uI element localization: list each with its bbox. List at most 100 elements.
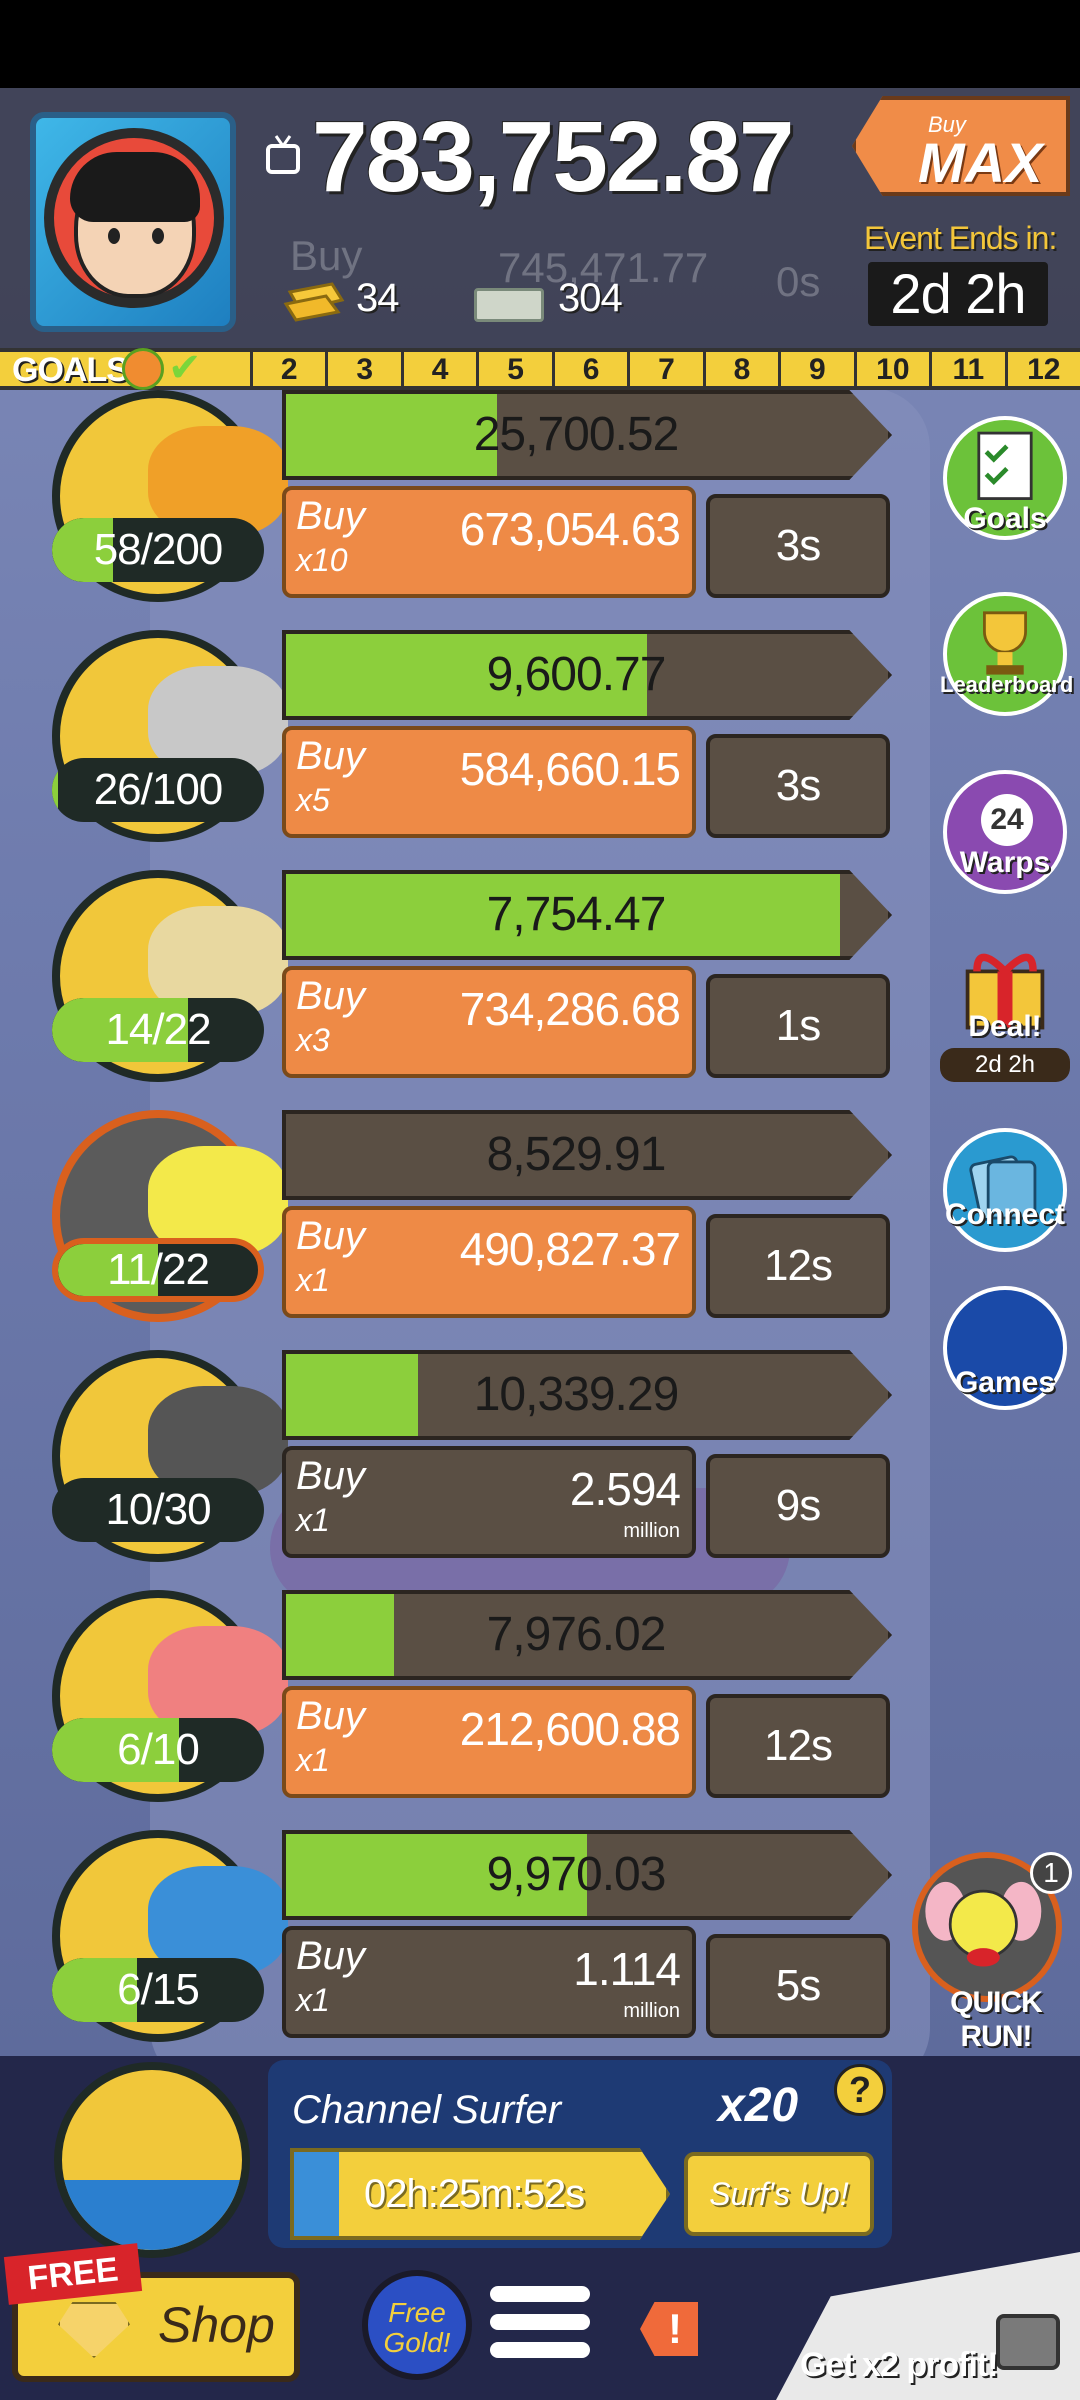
quick-run-label: QUICK RUN! <box>950 1986 1043 2053</box>
buy-button[interactable]: Buy x1 490,827.37 <box>282 1206 696 1318</box>
help-button[interactable]: ? <box>834 2064 886 2116</box>
buy-multiplier: x1 <box>296 1502 330 1538</box>
business-owned-count: 14/22 <box>52 998 264 1062</box>
owned-count-text: 58/200 <box>93 525 224 574</box>
owned-count-text: 6/10 <box>117 1725 200 1774</box>
games-label: Games <box>954 1366 1056 1399</box>
connect-button[interactable]: Connect <box>940 1128 1070 1252</box>
buy-label: Buy <box>296 1694 365 1738</box>
cash-total: 783,752.87 <box>312 101 794 213</box>
buy-button[interactable]: Buy x10 673,054.63 <box>282 486 696 598</box>
eye-shape <box>108 228 120 244</box>
warps-count: 24 <box>981 794 1033 846</box>
business-row[interactable]: 14/22 7,754.47 Buy x3 734,286.68 1s <box>0 870 1080 1110</box>
goal-tick: 5 <box>476 352 551 388</box>
buy-price: 734,286.68 <box>459 983 681 1035</box>
business-row[interactable]: 26/100 9,600.77 Buy x5 584,660.15 3s <box>0 630 1080 870</box>
goal-tick: 4 <box>400 352 476 388</box>
buy-label: Buy <box>296 1214 365 1258</box>
leaderboard-label: Leaderboard <box>940 672 1074 697</box>
buy-button[interactable]: Buy x5 584,660.15 <box>282 726 696 838</box>
buy-button[interactable]: Buy x3 734,286.68 <box>282 966 696 1078</box>
business-progress: 10,339.29 <box>282 1350 892 1440</box>
shop-label: Shop <box>158 2297 275 2353</box>
leaderboard-button[interactable]: Leaderboard <box>940 592 1074 716</box>
goal-tick: 12 <box>1004 352 1080 388</box>
business-progress: 9,970.03 <box>282 1830 892 1920</box>
quick-run-count: 1 <box>1030 1852 1072 1894</box>
warps-button[interactable]: 24 Warps <box>940 770 1070 894</box>
buy-price-unit: million <box>623 2000 680 2022</box>
event-timer: 02h:25m:52s <box>364 2172 585 2216</box>
buy-button[interactable]: Buy x1 1.114 million <box>282 1926 696 2038</box>
business-row[interactable]: 10/30 10,339.29 Buy x1 2.594 million 9s <box>0 1350 1080 1590</box>
ghost-timer: 0s <box>776 258 821 305</box>
buy-multiplier: x3 <box>296 1022 330 1058</box>
business-income: 7,754.47 <box>486 888 667 941</box>
games-button[interactable]: Games <box>940 1286 1070 1410</box>
business-income: 9,970.03 <box>486 1848 667 1901</box>
buy-price: 1.114 <box>573 1943 681 1995</box>
business-progress: 7,976.02 <box>282 1590 892 1680</box>
wave-shape <box>62 2180 242 2250</box>
buy-price: 584,660.15 <box>459 743 681 795</box>
goals-bar[interactable]: GOALS ✔ 2 3 4 5 6 7 8 9 10 11 12 <box>0 348 1080 390</box>
surfs-up-button[interactable]: Surf's Up! <box>684 2152 874 2236</box>
business-row[interactable]: 6/10 7,976.02 Buy x1 212,600.88 12s <box>0 1590 1080 1830</box>
deal-time: 2d 2h <box>940 1048 1070 1082</box>
buy-multiplier: x1 <box>296 1742 330 1778</box>
megabucks-icon <box>474 288 544 322</box>
business-timer: 9s <box>706 1454 890 1558</box>
checkmark-icon: ✔ <box>168 346 202 390</box>
hair-shape <box>70 152 200 222</box>
owned-count-text: 6/15 <box>117 1965 200 2014</box>
business-owned-count: 10/30 <box>52 1478 264 1542</box>
business-income: 25,700.52 <box>473 408 680 461</box>
owned-count-text: 14/22 <box>105 1005 211 1054</box>
business-timer: 12s <box>706 1214 890 1318</box>
buy-label: Buy <box>296 1934 365 1978</box>
deal-label: Deal! <box>968 1010 1042 1043</box>
buy-label: Buy <box>296 1454 365 1498</box>
business-income: 10,339.29 <box>473 1368 680 1421</box>
buy-button[interactable]: Buy x1 212,600.88 <box>282 1686 696 1798</box>
buy-label: Buy <box>296 734 365 778</box>
menu-icon[interactable] <box>490 2286 590 2370</box>
business-row[interactable]: 58/200 25,700.52 Buy x10 673,054.63 3s <box>0 390 1080 630</box>
goals-side-label: Goals <box>963 502 1047 535</box>
goal-tick: 11 <box>929 352 1004 388</box>
cards-icon <box>943 1128 1067 1252</box>
buy-max-button[interactable]: Buy MAX <box>852 96 1070 196</box>
deal-button[interactable]: Deal! 2d 2h <box>940 934 1070 1082</box>
eye-shape <box>152 228 164 244</box>
business-income: 8,529.91 <box>486 1128 667 1181</box>
buy-multiplier: x5 <box>296 782 330 818</box>
business-row[interactable]: 11/22 8,529.91 Buy x1 490,827.37 12s <box>0 1110 1080 1350</box>
business-owned-count: 11/22 <box>52 1238 264 1302</box>
event-ends-label: Event Ends in: <box>864 220 1057 256</box>
business-owned-count: 6/15 <box>52 1958 264 2022</box>
goal-tick: 2 <box>250 352 325 388</box>
tv-icon <box>996 2314 1060 2370</box>
goals-reward-icon <box>122 348 164 390</box>
warps-label: Warps <box>959 846 1051 879</box>
buy-price: 490,827.37 <box>459 1223 681 1275</box>
free-gold-button[interactable]: Free Gold! <box>362 2270 472 2380</box>
buy-button[interactable]: Buy x1 2.594 million <box>282 1446 696 1558</box>
business-timer: 5s <box>706 1934 890 2038</box>
goals-side-button[interactable]: Goals <box>940 416 1070 540</box>
goal-tick: 10 <box>853 352 929 388</box>
buy-price: 673,054.63 <box>459 503 681 555</box>
ghost-buy-label: Buy <box>290 232 363 279</box>
event-timer-fill <box>294 2152 339 2236</box>
buy-label: Buy <box>296 974 365 1018</box>
goal-tick: 7 <box>627 352 702 388</box>
goal-tick: 6 <box>551 352 627 388</box>
business-timer: 12s <box>706 1694 890 1798</box>
player-avatar[interactable] <box>30 112 236 332</box>
buy-price-unit: million <box>623 1520 680 1542</box>
channel-surfer-icon[interactable] <box>54 2062 250 2258</box>
gold-bar-icon <box>283 282 345 322</box>
buy-multiplier: x10 <box>296 542 348 578</box>
business-owned-count: 58/200 <box>52 518 264 582</box>
